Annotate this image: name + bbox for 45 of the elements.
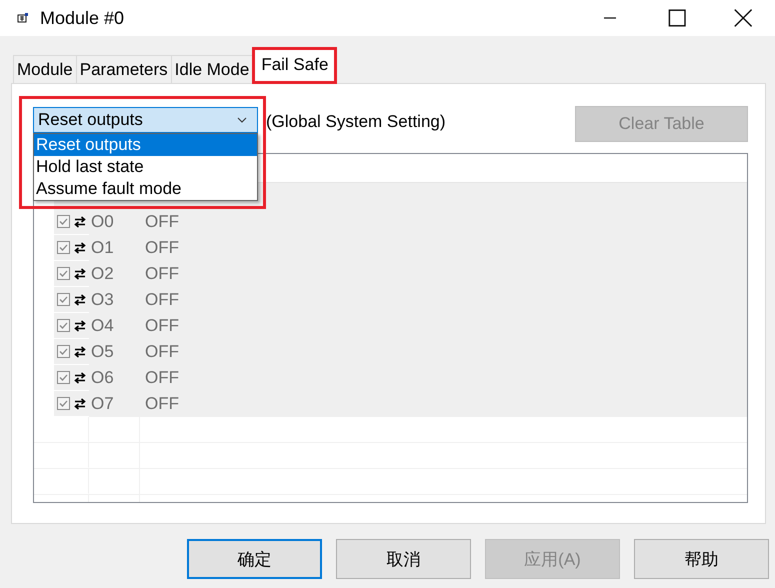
checkbox[interactable] — [57, 215, 70, 228]
checkbox[interactable] — [57, 241, 70, 254]
table-cell: O7 — [91, 394, 114, 414]
tab[interactable]: Fail Safe — [252, 47, 338, 84]
swap-arrows-icon — [74, 346, 86, 358]
table-cell: OFF — [145, 342, 179, 362]
table-cell: O4 — [91, 316, 114, 336]
table-cell: O2 — [91, 264, 114, 284]
caret-icon — [237, 117, 247, 123]
tab[interactable]: Module — [13, 55, 77, 83]
swap-arrows-icon — [74, 242, 86, 254]
checkbox[interactable] — [57, 345, 70, 358]
dialog-button[interactable]: 帮助 — [634, 539, 769, 579]
swap-arrows-icon — [74, 372, 86, 384]
checkbox[interactable] — [57, 371, 70, 384]
scope-label: (Global System Setting) — [266, 112, 446, 132]
swap-arrows-icon — [74, 216, 86, 228]
window-title: Module #0 — [40, 8, 124, 28]
dropdown-option[interactable]: Reset outputs — [34, 134, 257, 156]
swap-arrows-icon — [74, 268, 86, 280]
checkbox[interactable] — [57, 397, 70, 410]
table-cell: OFF — [145, 368, 179, 388]
table-cell: OFF — [145, 394, 179, 414]
table-cell: O1 — [91, 238, 114, 258]
table-cell: OFF — [145, 264, 179, 284]
app-icon — [17, 12, 29, 24]
table-cell: OFF — [145, 212, 179, 232]
table-cell: O0 — [91, 212, 114, 232]
checkbox[interactable] — [57, 267, 70, 280]
dialog-button[interactable]: 确定 — [187, 539, 322, 579]
checkbox[interactable] — [57, 319, 70, 332]
dropdown-option[interactable]: Assume fault mode — [34, 178, 257, 200]
table-cell: O3 — [91, 290, 114, 310]
table-cell: OFF — [145, 290, 179, 310]
table-cell: O6 — [91, 368, 114, 388]
dialog-button[interactable]: 取消 — [336, 539, 471, 579]
mode-dropdown[interactable]: Reset outputs — [33, 107, 258, 133]
swap-arrows-icon — [74, 320, 86, 332]
table-cell: OFF — [145, 238, 179, 258]
table-cell: O5 — [91, 342, 114, 362]
dropdown-option[interactable]: Hold last state — [34, 156, 257, 178]
swap-arrows-icon — [74, 398, 86, 410]
swap-arrows-icon — [74, 294, 86, 306]
table-cell: OFF — [145, 316, 179, 336]
checkbox[interactable] — [57, 293, 70, 306]
